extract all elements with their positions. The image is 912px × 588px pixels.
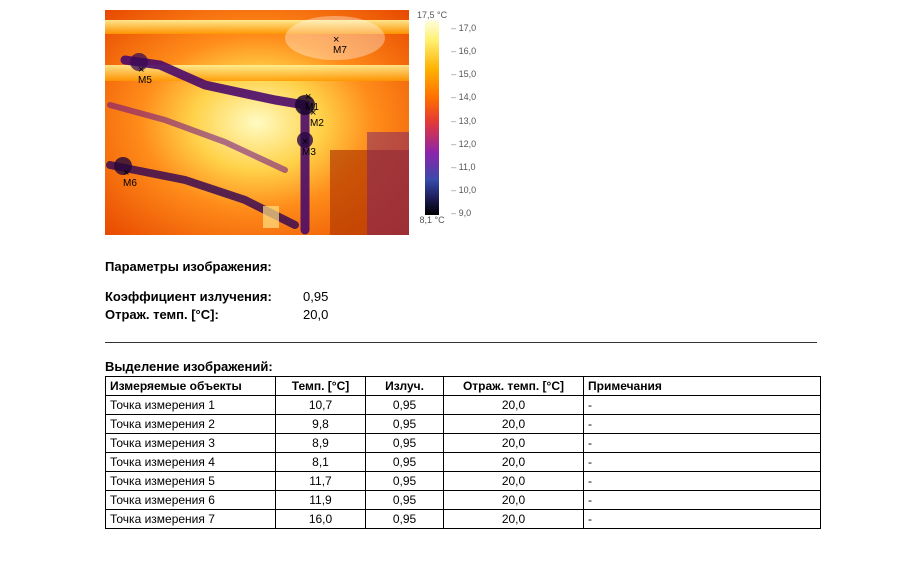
cell-note: -: [584, 491, 821, 510]
scale-tick: 16,0: [451, 46, 476, 56]
params-title: Параметры изображения:: [105, 259, 817, 274]
cell-temp: 9,8: [276, 415, 366, 434]
cell-refl: 20,0: [444, 472, 584, 491]
cell-note: -: [584, 472, 821, 491]
cell-emis: 0,95: [366, 510, 444, 529]
param-row-refl: Отраж. темп. [°С]: 20,0: [105, 306, 817, 324]
col-header-temp: Темп. [°С]: [276, 377, 366, 396]
cell-emis: 0,95: [366, 472, 444, 491]
emissivity-value: 0,95: [303, 288, 328, 306]
cell-refl: 20,0: [444, 491, 584, 510]
cell-object: Точка измерения 6: [106, 491, 276, 510]
refl-label: Отраж. темп. [°С]:: [105, 306, 303, 324]
col-header-note: Примечания: [584, 377, 821, 396]
cell-note: -: [584, 415, 821, 434]
cell-note: -: [584, 396, 821, 415]
scale-tick: 15,0: [451, 69, 476, 79]
table-row: Точка измерения 716,00,9520,0-: [106, 510, 821, 529]
col-header-object: Измеряемые объекты: [106, 377, 276, 396]
cell-temp: 11,9: [276, 491, 366, 510]
scale-max-label: 17,5 °C: [417, 10, 447, 20]
color-scale: 17,5 °C 8,1 °C 17,016,015,014,013,012,01…: [417, 10, 476, 235]
cell-object: Точка измерения 3: [106, 434, 276, 453]
table-header-row: Измеряемые объекты Темп. [°С] Излуч. Отр…: [106, 377, 821, 396]
cell-object: Точка измерения 1: [106, 396, 276, 415]
measure-marker-m2: ×M2: [310, 108, 324, 129]
cell-object: Точка измерения 2: [106, 415, 276, 434]
cell-object: Точка измерения 4: [106, 453, 276, 472]
thermal-report-top: ×M1×M2×M3×M5×M6×M7 17,5 °C 8,1 °C 17,016…: [0, 10, 912, 235]
emissivity-label: Коэффициент излучения:: [105, 288, 303, 306]
scale-tick: 10,0: [451, 185, 476, 195]
cell-emis: 0,95: [366, 396, 444, 415]
table-row: Точка измерения 48,10,9520,0-: [106, 453, 821, 472]
cell-object: Точка измерения 5: [106, 472, 276, 491]
table-row: Точка измерения 110,70,9520,0-: [106, 396, 821, 415]
cell-refl: 20,0: [444, 415, 584, 434]
scale-min-label: 8,1 °C: [420, 215, 445, 225]
cell-temp: 8,1: [276, 453, 366, 472]
cell-object: Точка измерения 7: [106, 510, 276, 529]
table-title: Выделение изображений:: [105, 359, 817, 374]
table-row: Точка измерения 38,90,9520,0-: [106, 434, 821, 453]
image-params-section: Параметры изображения: Коэффициент излуч…: [0, 259, 912, 324]
cell-note: -: [584, 453, 821, 472]
scale-tick: 17,0: [451, 23, 476, 33]
cell-refl: 20,0: [444, 434, 584, 453]
cell-emis: 0,95: [366, 453, 444, 472]
table-row: Точка измерения 29,80,9520,0-: [106, 415, 821, 434]
thermal-image: [105, 10, 409, 235]
measure-marker-m6: ×M6: [123, 168, 137, 189]
measurements-table: Измеряемые объекты Темп. [°С] Излуч. Отр…: [105, 376, 821, 529]
table-row: Точка измерения 511,70,9520,0-: [106, 472, 821, 491]
cell-emis: 0,95: [366, 491, 444, 510]
cell-refl: 20,0: [444, 396, 584, 415]
param-row-emissivity: Коэффициент излучения: 0,95: [105, 288, 817, 306]
cell-temp: 11,7: [276, 472, 366, 491]
col-header-emis: Излуч.: [366, 377, 444, 396]
cell-temp: 16,0: [276, 510, 366, 529]
scale-gradient-bar: [425, 20, 439, 215]
thermal-image-container: ×M1×M2×M3×M5×M6×M7: [105, 10, 409, 235]
scale-tick: 12,0: [451, 139, 476, 149]
scale-tick: 11,0: [451, 162, 476, 172]
scale-tick: 13,0: [451, 116, 476, 126]
refl-value: 20,0: [303, 306, 328, 324]
cell-emis: 0,95: [366, 415, 444, 434]
measure-marker-m3: ×M3: [302, 137, 316, 158]
scale-ticks: 17,0 16,0 15,0 14,0 13,0 12,0 11,0 10,0 9,0: [451, 23, 476, 218]
cell-note: -: [584, 510, 821, 529]
cell-refl: 20,0: [444, 453, 584, 472]
cell-temp: 10,7: [276, 396, 366, 415]
table-row: Точка измерения 611,90,9520,0-: [106, 491, 821, 510]
col-header-refl: Отраж. темп. [°С]: [444, 377, 584, 396]
measurements-section: Выделение изображений: Измеряемые объект…: [0, 359, 912, 529]
cell-refl: 20,0: [444, 510, 584, 529]
scale-tick: 14,0: [451, 92, 476, 102]
cell-emis: 0,95: [366, 434, 444, 453]
cell-temp: 8,9: [276, 434, 366, 453]
cell-note: -: [584, 434, 821, 453]
section-divider: [105, 342, 817, 343]
measure-marker-m7: ×M7: [333, 35, 347, 56]
scale-tick: 9,0: [451, 208, 476, 218]
measure-marker-m5: ×M5: [138, 65, 152, 86]
